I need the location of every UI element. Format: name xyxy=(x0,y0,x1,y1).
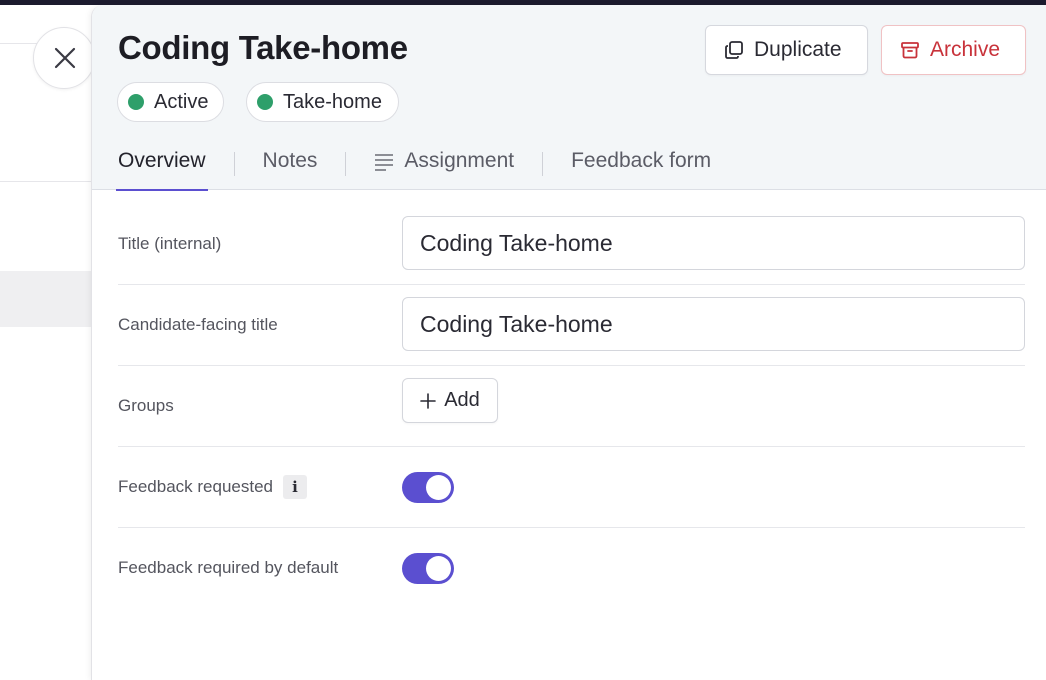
feedback-requested-toggle[interactable] xyxy=(402,472,454,503)
type-badge: Take-home xyxy=(246,82,399,122)
plus-icon xyxy=(420,392,437,409)
duplicate-label: Duplicate xyxy=(754,38,842,61)
background-divider xyxy=(0,181,92,182)
form-row-title-internal: Title (internal) Coding Take-home xyxy=(118,204,1025,285)
toggle-knob xyxy=(426,475,451,500)
drawer-title: Coding Take-home xyxy=(118,29,408,66)
feedback-required-toggle[interactable] xyxy=(402,553,454,584)
status-dot-icon xyxy=(257,94,273,110)
tab-overview[interactable]: Overview xyxy=(116,143,208,191)
archive-icon xyxy=(901,42,919,59)
drawer-header: Coding Take-home Duplicate Archive Activ… xyxy=(92,5,1046,191)
list-lines-icon xyxy=(375,154,394,171)
candidate-title-label: Candidate-facing title xyxy=(118,315,278,334)
toggle-knob xyxy=(426,556,451,581)
duplicate-button[interactable]: Duplicate xyxy=(705,25,868,75)
tab-divider xyxy=(345,152,347,176)
tab-divider xyxy=(233,152,235,176)
detail-drawer: Coding Take-home Duplicate Archive Activ… xyxy=(91,5,1046,680)
form-row-feedback-required: Feedback required by default xyxy=(118,528,1025,609)
tab-feedback-form[interactable]: Feedback form xyxy=(571,143,711,190)
add-group-button[interactable]: Add xyxy=(402,378,498,423)
info-icon[interactable]: i xyxy=(283,475,307,499)
form-row-groups: Groups Add xyxy=(118,366,1025,447)
drawer-tabs: Overview Notes Assignment Feedback form xyxy=(116,143,711,191)
tab-feedback-form-label: Feedback form xyxy=(571,149,712,172)
background-selected-row[interactable] xyxy=(0,271,92,327)
add-group-label: Add xyxy=(444,389,480,411)
feedback-requested-label: Feedback requested xyxy=(118,477,273,496)
tab-notes-label: Notes xyxy=(262,149,318,172)
background-page xyxy=(0,5,92,680)
archive-label: Archive xyxy=(930,38,1001,61)
title-internal-input[interactable]: Coding Take-home xyxy=(402,216,1025,270)
archive-button[interactable]: Archive xyxy=(881,25,1026,75)
tab-overview-label: Overview xyxy=(118,149,206,172)
copy-icon xyxy=(725,41,743,59)
type-badge-label: Take-home xyxy=(283,90,382,113)
feedback-requested-label-wrap: Feedback requested i xyxy=(118,447,307,527)
form-row-candidate-title: Candidate-facing title Coding Take-home xyxy=(118,285,1025,366)
tab-notes[interactable]: Notes xyxy=(263,143,318,190)
groups-label: Groups xyxy=(118,396,174,415)
status-badge-label: Active xyxy=(154,90,209,113)
close-icon xyxy=(54,47,76,69)
tab-assignment[interactable]: Assignment xyxy=(374,143,514,190)
tab-divider xyxy=(542,152,544,176)
form-row-feedback-requested: Feedback requested i xyxy=(118,447,1025,528)
tab-assignment-label: Assignment xyxy=(404,149,515,172)
status-dot-icon xyxy=(128,94,144,110)
status-badge: Active xyxy=(117,82,224,122)
title-internal-label: Title (internal) xyxy=(118,234,222,253)
close-button[interactable] xyxy=(33,27,95,89)
candidate-title-input[interactable]: Coding Take-home xyxy=(402,297,1025,351)
feedback-required-label: Feedback required by default xyxy=(118,558,339,577)
